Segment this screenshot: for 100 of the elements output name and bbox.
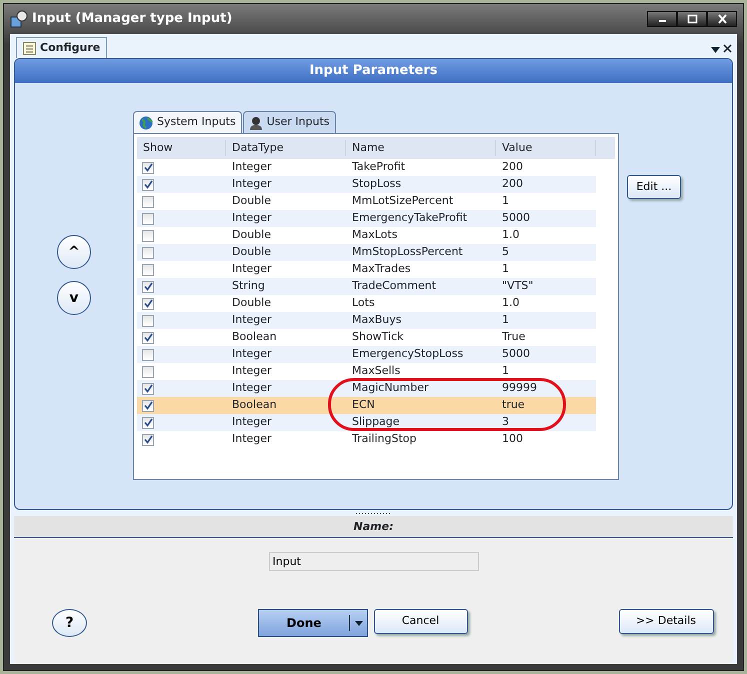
list-icon: [23, 42, 36, 54]
checkbox[interactable]: [142, 162, 154, 174]
globe-icon: [139, 116, 153, 130]
column-header[interactable]: Name: [346, 140, 496, 156]
table-cell-text: 1: [501, 193, 510, 210]
table-cell-text: 5000: [501, 210, 531, 226]
table-cell-text: MaxSells: [351, 363, 402, 380]
table-cell-text: 1: [501, 261, 510, 278]
table-cell-text: 1: [501, 363, 510, 380]
table-cell-text: 1: [501, 312, 510, 328]
table-cell-text: Boolean: [231, 329, 278, 346]
maximize-button[interactable]: [677, 11, 707, 27]
table-cell-text: Integer: [231, 414, 273, 430]
table-cell-text: ECN: [351, 397, 376, 414]
checkbox[interactable]: [142, 178, 154, 190]
table-cell-text: MagicNumber: [351, 380, 430, 396]
table-cell-text: 1.0: [501, 295, 520, 312]
checkbox[interactable]: [142, 298, 154, 310]
table-cell-text: Integer: [231, 261, 273, 278]
window-title: Input (Manager type Input): [32, 10, 232, 28]
checkbox[interactable]: [142, 332, 154, 344]
checkbox[interactable]: [142, 314, 154, 326]
table-cell-text: 1.0: [501, 227, 520, 244]
document-tab[interactable]: Configure: [16, 37, 108, 58]
table-cell-text: Integer: [231, 431, 273, 448]
checkbox[interactable]: [142, 264, 154, 276]
close-icon: [716, 14, 728, 24]
checkbox[interactable]: [142, 366, 154, 378]
details-button[interactable]: >> Details: [618, 609, 714, 634]
edit-button[interactable]: Edit ...: [627, 175, 681, 199]
table-cell-text: True: [501, 329, 526, 346]
app-icon: [10, 10, 28, 28]
table-cell-text: EmergencyTakeProfit: [351, 210, 468, 226]
section-title: Name:: [14, 516, 733, 538]
table-cell-text: EmergencyStopLoss: [351, 346, 464, 362]
input-tab[interactable]: System Inputs: [133, 111, 242, 133]
column-header[interactable]: DataType: [226, 140, 346, 156]
table-cell-text: Double: [231, 193, 272, 210]
table-cell-text: 3: [501, 414, 510, 430]
table-cell-text: Boolean: [231, 397, 278, 414]
table-cell-text: ShowTick: [351, 329, 405, 346]
table-cell-text: MaxTrades: [351, 261, 412, 278]
table-cell-text: "VTS": [501, 278, 534, 294]
caret-icon[interactable]: [354, 620, 362, 626]
table-cell-text: true: [501, 397, 526, 414]
table-cell-text: Integer: [231, 312, 273, 328]
person-icon: [248, 116, 263, 130]
table-cell-text: Integer: [231, 363, 273, 380]
table-cell-text: TakeProfit: [351, 159, 406, 176]
dropdown-icon[interactable]: [710, 46, 720, 52]
cancel-button[interactable]: Cancel: [374, 609, 468, 634]
table-cell-text: 99999: [501, 380, 538, 396]
table-cell-text: Double: [231, 295, 272, 312]
table-cell-text: Double: [231, 227, 272, 244]
checkbox[interactable]: [142, 400, 154, 412]
close-icon[interactable]: [722, 44, 732, 52]
table-cell-text: TrailingStop: [351, 431, 418, 448]
table-cell-text: MmStopLossPercent: [351, 244, 464, 260]
close-button[interactable]: [707, 11, 737, 27]
table-cell-text: Integer: [231, 346, 273, 362]
checkbox[interactable]: [142, 348, 154, 360]
table-cell-text: 100: [501, 431, 524, 448]
table-cell-text: 5: [501, 244, 510, 260]
checkbox[interactable]: [142, 416, 154, 428]
move-up-button[interactable]: ^: [57, 235, 91, 269]
splitter-grip[interactable]: [356, 512, 392, 515]
done-button[interactable]: Done: [258, 609, 368, 637]
checkbox[interactable]: [142, 434, 154, 446]
table-cell-text: Integer: [231, 176, 273, 192]
table-cell-text: MaxLots: [351, 227, 398, 244]
table-cell-text: Integer: [231, 380, 273, 396]
name-field[interactable]: Input: [268, 552, 478, 571]
help-button[interactable]: ?: [52, 609, 87, 637]
table-cell-text: 200: [501, 159, 524, 176]
checkbox[interactable]: [142, 280, 154, 292]
table-cell-text: MaxBuys: [351, 312, 402, 328]
table-cell-text: 5000: [501, 346, 531, 362]
panel-title: Input Parameters: [15, 59, 732, 83]
table-cell-text: MmLotSizePercent: [351, 193, 454, 210]
table-cell-text: Double: [231, 244, 272, 260]
table-cell-text: String: [231, 278, 266, 294]
maximize-icon: [686, 14, 698, 24]
minimize-button[interactable]: [647, 11, 677, 27]
move-down-button[interactable]: v: [57, 281, 91, 315]
table-cell-text: 200: [501, 176, 524, 192]
checkbox[interactable]: [142, 196, 154, 208]
table-cell-text: Slippage: [351, 414, 401, 430]
selected-row[interactable]: Boolean ECN true: [137, 397, 596, 414]
checkbox[interactable]: [142, 212, 154, 224]
checkbox[interactable]: [142, 246, 154, 258]
table-cell-text: StopLoss: [351, 176, 402, 192]
column-header[interactable]: Value: [496, 140, 596, 156]
table-cell-text: TradeComment: [351, 278, 438, 294]
table-cell-text: Integer: [231, 159, 273, 176]
table-cell-text: Integer: [231, 210, 273, 226]
column-header[interactable]: Show: [137, 140, 226, 156]
input-tab[interactable]: User Inputs: [242, 111, 336, 133]
checkbox[interactable]: [142, 382, 154, 394]
checkbox[interactable]: [142, 230, 154, 242]
table-cell-text: Lots: [351, 295, 376, 312]
